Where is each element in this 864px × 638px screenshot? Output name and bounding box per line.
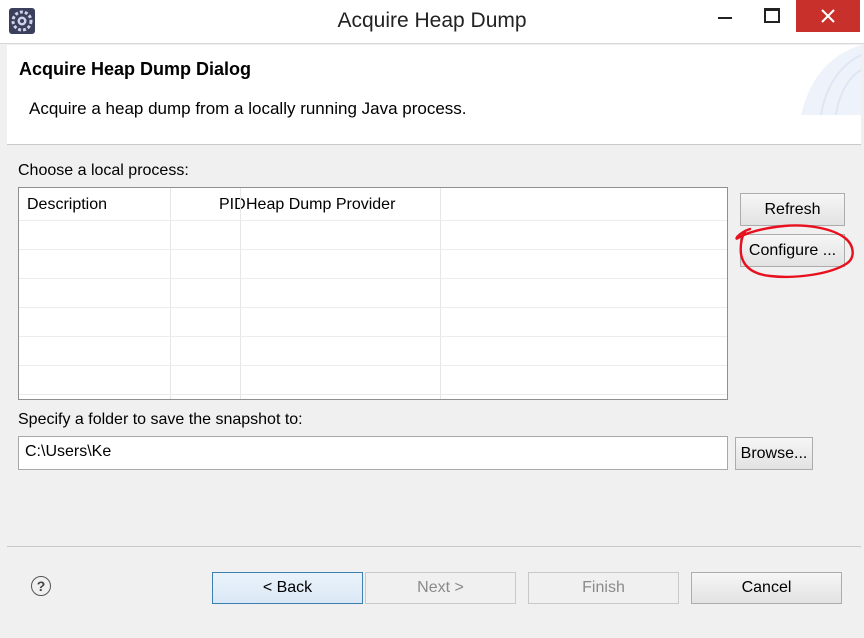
table-row-divider [19,220,727,221]
minimize-button[interactable] [702,0,748,32]
cancel-button[interactable]: Cancel [691,572,842,604]
table-row-divider [19,278,727,279]
snapshot-folder-label: Specify a folder to save the snapshot to… [18,411,303,428]
close-icon [821,9,835,23]
back-button[interactable]: < Back [212,572,363,604]
table-row-divider [19,249,727,250]
refresh-button[interactable]: Refresh [740,193,845,226]
table-row-divider [19,394,727,395]
dialog-header: Acquire Heap Dump Dialog Acquire a heap … [7,45,861,145]
choose-process-label: Choose a local process: [18,162,189,179]
help-icon[interactable]: ? [31,576,51,596]
table-row-divider [19,365,727,366]
configure-button[interactable]: Configure ... [740,234,845,267]
column-header-description[interactable]: Description [27,196,107,214]
maximize-button[interactable] [748,0,794,32]
next-button[interactable]: Next > [365,572,516,604]
header-banner-graphic [801,45,861,115]
process-table[interactable]: Description PID Heap Dump Provider [18,187,728,400]
browse-button[interactable]: Browse... [735,437,813,470]
snapshot-folder-input[interactable]: C:\Users\Ke [18,436,728,470]
dialog-header-title: Acquire Heap Dump Dialog [19,59,252,79]
table-row-divider [19,336,727,337]
table-row-divider [19,307,727,308]
footer-separator [7,546,861,547]
dialog-header-description: Acquire a heap dump from a locally runni… [29,99,467,118]
column-header-heap-dump-provider[interactable]: Heap Dump Provider [246,196,395,214]
close-button[interactable] [796,0,860,32]
window-titlebar: Acquire Heap Dump [0,0,864,44]
finish-button[interactable]: Finish [528,572,679,604]
column-header-pid[interactable]: PID [219,196,246,214]
